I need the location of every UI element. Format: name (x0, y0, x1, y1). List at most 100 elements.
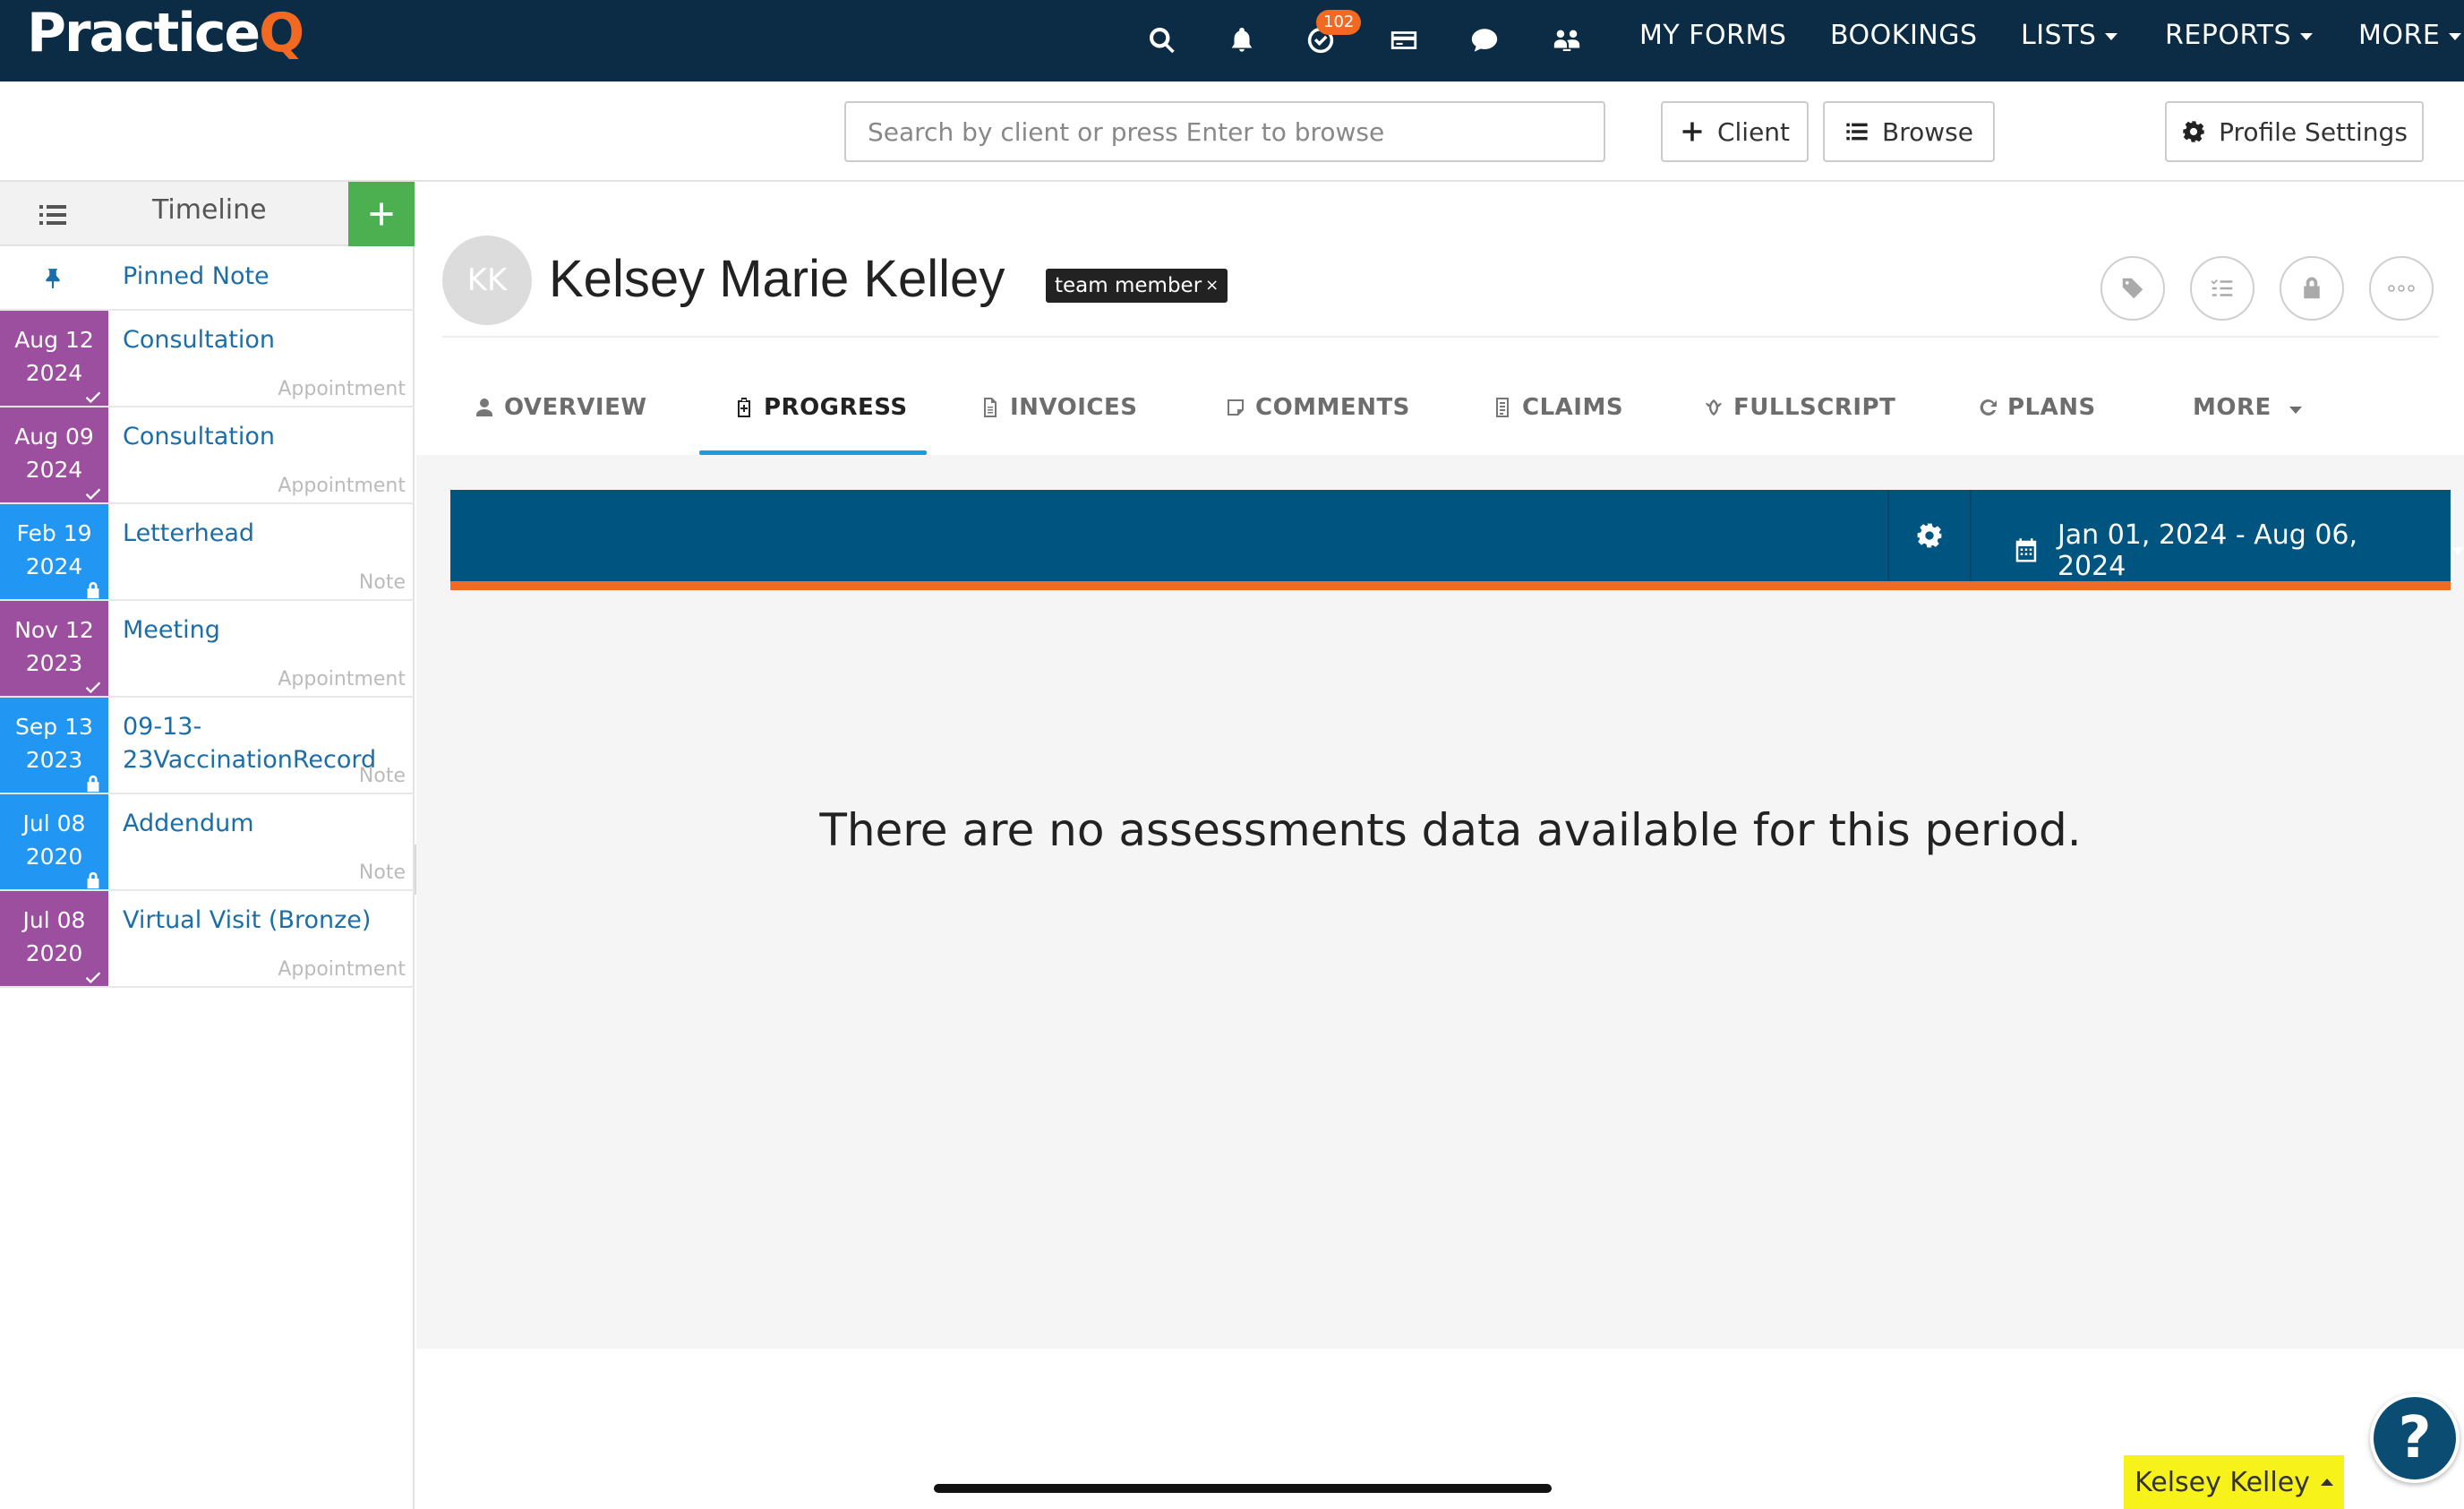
lock-action-button[interactable] (2280, 256, 2344, 321)
tab-overview-label: OVERVIEW (504, 394, 647, 421)
checkmark-icon (83, 479, 103, 501)
gear-icon (2183, 121, 2204, 142)
chevron-up-icon (2320, 1479, 2333, 1486)
current-user-name: Kelsey Kelley (2135, 1466, 2310, 1498)
timeline-date: Jul 08 2020 (0, 794, 108, 889)
timeline-date: Aug 09 2024 (0, 407, 108, 502)
search-icon[interactable] (1138, 16, 1186, 64)
nav-lists[interactable]: LISTS (2021, 20, 2118, 51)
timeline-date-month: Feb 19 (16, 520, 92, 546)
note-icon (1228, 399, 1244, 416)
pinned-note-item[interactable]: Pinned Note (0, 246, 415, 311)
nav-bookings[interactable]: BOOKINGS (1830, 20, 1978, 51)
lock-icon (83, 576, 103, 599)
calendar-icon (2015, 538, 2037, 562)
tab-claims[interactable]: CLAIMS (1492, 394, 1623, 459)
timeline-item-title: Addendum (123, 810, 254, 837)
nav-reports[interactable]: REPORTS (2165, 20, 2314, 51)
empty-assessments-message: There are no assessments data available … (819, 804, 2082, 856)
pin-icon (46, 269, 60, 288)
credit-card-icon[interactable] (1380, 16, 1428, 64)
timeline-item-title: Consultation (123, 423, 276, 450)
add-client-label: Client (1716, 116, 1791, 147)
timeline-item[interactable]: Feb 19 2024 Letterhead Note (0, 504, 415, 601)
browse-button[interactable]: Browse (1823, 101, 1995, 162)
profile-settings-button[interactable]: Profile Settings (2165, 101, 2424, 162)
client-search-input[interactable] (844, 101, 1605, 162)
nav-more[interactable]: MORE (2358, 20, 2462, 51)
timeline-sidebar: Timeline Pinned Note Aug 12 2024 Consultat… (0, 182, 415, 1509)
tab-plans[interactable]: PLANS (1977, 394, 2096, 459)
progress-settings-button[interactable] (1889, 490, 1970, 581)
tab-fullscript[interactable]: FULLSCRIPT (1703, 394, 1895, 459)
timeline-item-title: Meeting (123, 616, 220, 644)
chat-bubble-icon[interactable] (1460, 16, 1509, 64)
timeline-date: Sep 13 2023 (0, 698, 108, 793)
timeline-item-type: Appointment (278, 378, 406, 400)
timeline-date-month: Jul 08 (22, 810, 86, 836)
pinned-note-label: Pinned Note (123, 262, 270, 290)
client-tag-label: team member (1055, 274, 1202, 297)
tab-comments[interactable]: COMMENTS (1225, 394, 1410, 459)
tab-overview[interactable]: OVERVIEW (474, 394, 647, 459)
claims-icon (1496, 398, 1509, 417)
client-name: Kelsey Marie Kelley (549, 250, 1005, 308)
add-client-button[interactable]: Client (1661, 101, 1809, 162)
chevron-down-icon (2300, 32, 2314, 40)
header-divider (442, 336, 2439, 338)
timeline-date-month: Aug 09 (14, 424, 94, 450)
lock-icon (83, 866, 103, 889)
timeline-item-title: Virtual Visit (Bronze) (123, 906, 372, 934)
logo-accent: Q (259, 2, 304, 64)
add-timeline-entry-button[interactable] (348, 182, 415, 246)
current-user-menu[interactable]: Kelsey Kelley (2124, 1455, 2344, 1509)
browse-label: Browse (1882, 116, 1973, 147)
plus-icon (1682, 122, 1702, 141)
timeline-item[interactable]: Jul 08 2020 Addendum Note (0, 794, 415, 891)
timeline-item-type: Appointment (278, 475, 406, 497)
timeline-item-type: Note (358, 862, 406, 884)
nav-my-forms[interactable]: MY FORMS (1639, 20, 1786, 51)
tab-more-label: MORE (2193, 394, 2272, 421)
practiceq-logo[interactable]: PracticeQ (27, 2, 304, 64)
timeline-header: Timeline (0, 182, 415, 246)
bell-icon[interactable] (1218, 16, 1266, 64)
tab-more[interactable]: MORE (2193, 394, 2302, 459)
list-icon (1846, 123, 1868, 141)
timeline-date: Feb 19 2024 (0, 504, 108, 599)
checkmark-icon (83, 673, 103, 694)
timeline-item[interactable]: Sep 13 2023 09-13-23VaccinationRecord Note (0, 698, 415, 794)
client-tag-badge: team member × (1046, 269, 1228, 303)
more-actions-button[interactable] (2369, 256, 2434, 321)
timeline-item[interactable]: Jul 08 2020 Virtual Visit (Bronze) Appointm… (0, 891, 415, 988)
timeline-title: Timeline (152, 194, 267, 226)
checkmark-icon (83, 382, 103, 404)
remove-tag-icon[interactable]: × (1205, 276, 1219, 295)
timeline-item-title: Consultation (123, 326, 276, 354)
tab-invoices[interactable]: INVOICES (980, 394, 1137, 459)
timeline-item[interactable]: Nov 12 2023 Meeting Appointment (0, 601, 415, 698)
group-users-icon[interactable] (1543, 16, 1591, 64)
date-range-picker[interactable]: Jan 01, 2024 - Aug 06, 2024 (2013, 519, 2464, 582)
date-range-label: Jan 01, 2024 - Aug 06, 2024 (2057, 519, 2358, 582)
timeline-item-title: 09-13-23VaccinationRecord (123, 713, 377, 774)
checkmark-icon (83, 963, 103, 984)
leaf-icon (1706, 399, 1722, 416)
timeline-item[interactable]: Aug 12 2024 Consultation Appointment (0, 311, 415, 407)
caret-down-icon (2289, 407, 2302, 414)
tag-action-button[interactable] (2100, 256, 2165, 321)
help-button[interactable]: ? (2370, 1393, 2460, 1483)
tab-progress[interactable]: PROGRESS (733, 394, 908, 459)
lock-icon (2304, 277, 2320, 299)
timeline-item-type: Appointment (278, 668, 406, 690)
checklist-icon (2211, 279, 2233, 296)
list-view-icon[interactable] (39, 203, 66, 227)
timeline-date-month: Aug 12 (14, 327, 94, 353)
timeline-item-type: Note (358, 571, 406, 594)
timeline-item[interactable]: Aug 09 2024 Consultation Appointment (0, 407, 415, 504)
document-icon (984, 398, 997, 417)
home-indicator[interactable] (934, 1484, 1552, 1493)
checklist-action-button[interactable] (2190, 256, 2254, 321)
logo-text: Practice (27, 2, 261, 64)
plus-icon (370, 202, 393, 226)
